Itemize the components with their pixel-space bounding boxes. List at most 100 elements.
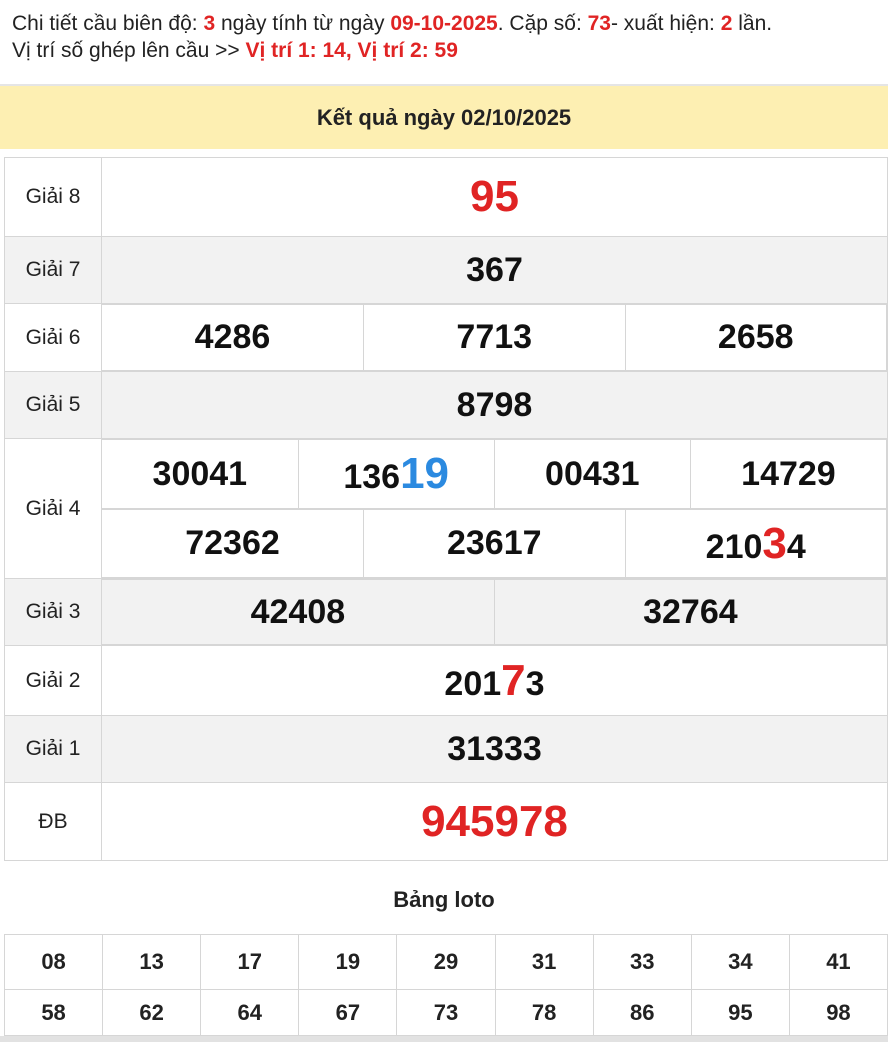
g1-number: 31333 bbox=[447, 729, 542, 768]
g4-number: 13619 bbox=[343, 449, 449, 498]
cap-so-value: 73 bbox=[587, 12, 611, 35]
g4-cell: 21034 bbox=[624, 509, 887, 578]
prize-label: Giải 3 bbox=[4, 578, 102, 646]
loto-cell: 73 bbox=[396, 989, 496, 1036]
count-value: 2 bbox=[720, 12, 733, 35]
loto-cell-highlight: 19 bbox=[298, 934, 398, 990]
g6-number: 4286 bbox=[194, 318, 271, 356]
g4-highlight-digit: 3 bbox=[762, 518, 787, 568]
prize-label: Giải 5 bbox=[4, 371, 102, 439]
prize-value-g6: 4286 7713 2658 bbox=[101, 303, 888, 372]
prize-value-g3: 42408 32764 bbox=[101, 578, 888, 646]
g6-cells: 4286 7713 2658 bbox=[102, 304, 887, 371]
loto-cell: 29 bbox=[396, 934, 496, 990]
g2-digits: 201 bbox=[444, 664, 502, 703]
g4-cell: 23617 bbox=[363, 509, 626, 578]
g4-number: 23617 bbox=[446, 524, 542, 562]
loto-row: 08 13 17 19 29 31 33 34 41 bbox=[3, 934, 888, 990]
loto-table: 08 13 17 19 29 31 33 34 41 58 62 64 67 7… bbox=[3, 934, 888, 1036]
loto-row: 58 62 64 67 73 78 86 95 98 bbox=[3, 989, 888, 1036]
prize-value-g7: 367 bbox=[101, 236, 888, 304]
g4-number: 72362 bbox=[185, 524, 280, 562]
g4-digits: 4 bbox=[786, 527, 806, 566]
g4-number: 00431 bbox=[545, 454, 640, 493]
g4-number: 21034 bbox=[705, 519, 806, 568]
info-text: Vị trí số ghép lên cầu >> bbox=[12, 39, 246, 62]
info-text: ngày tính từ ngày bbox=[215, 12, 391, 35]
prize-row-g4: Giải 4 30041 13619 00431 14729 72362 236… bbox=[4, 438, 888, 579]
prize-value-g5: 8798 bbox=[101, 371, 888, 439]
g8-number: 95 bbox=[470, 172, 519, 221]
g2-digits: 3 bbox=[525, 664, 545, 703]
loto-cell: 58 bbox=[3, 989, 104, 1036]
prize-row-g6: Giải 6 4286 7713 2658 bbox=[4, 303, 888, 372]
prize-row-g3: Giải 3 42408 32764 bbox=[4, 578, 888, 646]
results-table: Giải 8 95 Giải 7 367 Giải 6 4286 7713 26… bbox=[4, 157, 888, 861]
prize-row-g5: Giải 5 8798 bbox=[4, 371, 888, 439]
g3-number: 42408 bbox=[250, 592, 346, 631]
info-text: . Cặp số: bbox=[497, 12, 588, 35]
db-number: 945978 bbox=[421, 796, 568, 846]
prize-label: Giải 6 bbox=[4, 303, 102, 372]
g4-digits: 210 bbox=[705, 527, 763, 566]
prize-label: Giải 8 bbox=[4, 157, 102, 237]
info-text: Chi tiết cầu biên độ: bbox=[12, 12, 204, 35]
prize-value-g2: 20173 bbox=[101, 645, 888, 716]
prize-value-g1: 31333 bbox=[101, 715, 888, 783]
loto-cell: 86 bbox=[592, 989, 692, 1036]
g4-row2: 72362 23617 21034 bbox=[102, 509, 887, 578]
g2-highlight-digit: 7 bbox=[501, 655, 526, 705]
g4-highlight-digits: 19 bbox=[400, 449, 450, 498]
g6-cell: 7713 bbox=[363, 304, 626, 371]
result-date-header: Kết quả ngày 02/10/2025 bbox=[0, 86, 888, 149]
g4-cell: 72362 bbox=[102, 509, 364, 578]
bottom-strip bbox=[0, 1036, 888, 1042]
g5-number: 8798 bbox=[456, 385, 533, 424]
loto-cell: 95 bbox=[690, 989, 790, 1036]
loto-cell: 62 bbox=[102, 989, 202, 1036]
loto-cell: 31 bbox=[494, 934, 594, 990]
prize-row-g7: Giải 7 367 bbox=[4, 236, 888, 304]
loto-cell: 08 bbox=[3, 934, 104, 990]
loto-cell: 34 bbox=[690, 934, 790, 990]
g7-number: 367 bbox=[466, 250, 523, 289]
g6-cell: 4286 bbox=[102, 304, 364, 371]
g6-number: 2658 bbox=[717, 318, 794, 356]
loto-title: Bảng loto bbox=[393, 887, 495, 912]
prize-label: Giải 7 bbox=[4, 236, 102, 304]
loto-cell-highlight: 78 bbox=[494, 989, 594, 1036]
g4-cell: 30041 bbox=[102, 439, 299, 509]
g4-row1: 30041 13619 00431 14729 bbox=[102, 439, 888, 509]
loto-cell: 98 bbox=[788, 989, 888, 1036]
loto-cell: 67 bbox=[298, 989, 398, 1036]
prize-label: Giải 4 bbox=[4, 438, 102, 579]
prize-value-db: 945978 bbox=[101, 782, 888, 861]
loto-cell: 17 bbox=[200, 934, 300, 990]
prize-label: Giải 1 bbox=[4, 715, 102, 783]
from-date: 09-10-2025 bbox=[390, 12, 498, 35]
prize-value-g8: 95 bbox=[101, 157, 888, 237]
info-text: - xuất hiện: bbox=[610, 12, 721, 35]
g4-number: 14729 bbox=[741, 454, 836, 493]
g4-cell: 00431 bbox=[493, 439, 691, 509]
g4-cell: 14729 bbox=[689, 439, 888, 509]
bridge-info-line1: Chi tiết cầu biên độ: 3 ngày tính từ ngà… bbox=[12, 10, 876, 37]
prize-value-g4: 30041 13619 00431 14729 72362 23617 2103… bbox=[101, 438, 888, 579]
g3-number: 32764 bbox=[643, 592, 738, 631]
loto-cell: 64 bbox=[200, 989, 300, 1036]
bridge-info-line2: Vị trí số ghép lên cầu >> Vị trí 1: 14, … bbox=[12, 37, 876, 64]
info-text: lần. bbox=[732, 12, 773, 35]
g4-digits: 136 bbox=[343, 458, 401, 496]
g4-number: 30041 bbox=[152, 454, 248, 493]
bridge-info: Chi tiết cầu biên độ: 3 ngày tính từ ngà… bbox=[0, 0, 888, 64]
g2-number: 20173 bbox=[444, 656, 545, 705]
g3-cells: 42408 32764 bbox=[102, 579, 888, 645]
prize-row-g2: Giải 2 20173 bbox=[4, 645, 888, 716]
bien-do-value: 3 bbox=[203, 12, 216, 35]
positions-value: Vị trí 1: 14, Vị trí 2: 59 bbox=[245, 39, 458, 62]
g6-number: 7713 bbox=[456, 318, 533, 356]
g6-cell: 2658 bbox=[624, 304, 887, 371]
g3-cell: 42408 bbox=[102, 579, 495, 645]
loto-cell: 33 bbox=[592, 934, 692, 990]
prize-label: Giải 2 bbox=[4, 645, 102, 716]
